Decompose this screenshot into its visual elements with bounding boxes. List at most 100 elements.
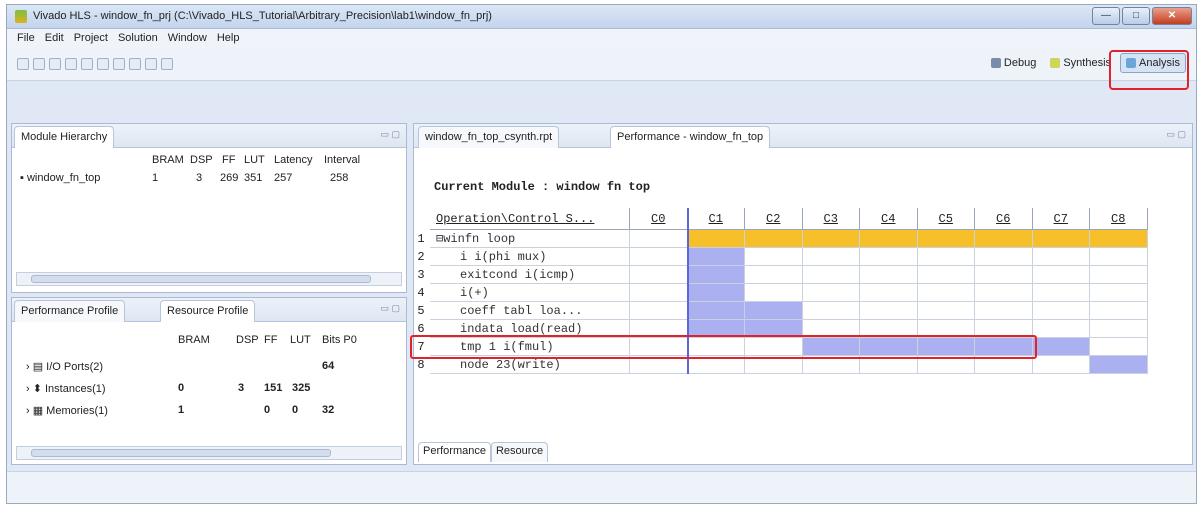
op-control-header: Operation\Control S...	[430, 208, 630, 230]
menu-solution[interactable]: Solution	[118, 32, 158, 46]
schedule-cell	[860, 302, 918, 320]
profile-panel: Performance Profile Resource Profile ▭ ▢…	[11, 297, 407, 465]
op-row-number: 4	[417, 286, 425, 300]
schedule-cell	[802, 284, 860, 302]
view-controls[interactable]: ▭ ▢	[380, 129, 400, 140]
schedule-cell	[745, 302, 803, 320]
op-row-number: 2	[417, 250, 425, 264]
schedule-cell	[1090, 320, 1148, 338]
current-module-label: Current Module : window fn top	[434, 180, 651, 194]
title-bar: Vivado HLS - window_fn_prj (C:\Vivado_HL…	[7, 5, 1196, 29]
schedule-cell	[917, 284, 975, 302]
step-header-C8: C8	[1090, 208, 1148, 230]
profile-hscrollbar[interactable]	[16, 446, 402, 460]
schedule-cell	[1032, 284, 1090, 302]
schedule-cell	[1032, 302, 1090, 320]
view-controls[interactable]: ▭ ▢	[380, 303, 400, 314]
table-row[interactable]: ▪ window_fn_top 1 3 269 351 257 258	[12, 172, 408, 190]
schedule-cell	[975, 302, 1033, 320]
schedule-cell	[860, 248, 918, 266]
bug-icon[interactable]	[161, 58, 173, 70]
cell-lut: 0	[292, 404, 299, 416]
scroll-thumb[interactable]	[31, 275, 371, 283]
schedule-cell	[1032, 230, 1090, 248]
schedule-cell	[1032, 320, 1090, 338]
schedule-cell	[860, 284, 918, 302]
cell-bram: 0	[178, 382, 185, 394]
step-header-C7: C7	[1032, 208, 1090, 230]
schedule-cell	[745, 284, 803, 302]
schedule-cell	[860, 230, 918, 248]
instances-node[interactable]: › ⬍ Instances(1)	[26, 382, 106, 395]
save-icon[interactable]	[33, 58, 45, 70]
synthesis-label: Synthesis	[1063, 57, 1112, 69]
menu-bar: File Edit Project Solution Window Help	[7, 29, 1196, 49]
new-icon[interactable]	[17, 58, 29, 70]
cell-dsp: 3	[196, 172, 203, 184]
minimize-button[interactable]: —	[1092, 7, 1120, 25]
synthesis-perspective-button[interactable]: Synthesis	[1045, 54, 1116, 72]
schedule-cell	[1032, 356, 1090, 374]
tab-performance-view[interactable]: Performance - window_fn_top	[610, 126, 771, 148]
row-label: Memories(1)	[46, 405, 108, 417]
table-row[interactable]: › ⬍ Instances(1) 0 3 151 325	[12, 382, 408, 400]
cell-lut: 325	[292, 382, 311, 394]
bottom-tabs: Performance Resource	[418, 442, 549, 462]
menu-help[interactable]: Help	[217, 32, 240, 46]
step-header-C0: C0	[630, 208, 688, 230]
tab-performance[interactable]: Performance	[418, 442, 491, 462]
col-lut: LUT	[290, 334, 311, 346]
schedule-cell	[1032, 338, 1090, 356]
compare-icon[interactable]	[145, 58, 157, 70]
export-icon[interactable]	[129, 58, 141, 70]
maximize-button[interactable]: □	[1122, 7, 1150, 25]
tab-performance-profile[interactable]: Performance Profile	[14, 300, 126, 322]
tab-csynth-report[interactable]: window_fn_top_csynth.rpt	[418, 126, 560, 148]
schedule-cell	[630, 284, 688, 302]
close-button[interactable]: ✕	[1152, 7, 1192, 25]
step-header-C5: C5	[917, 208, 975, 230]
synth-icon[interactable]	[113, 58, 125, 70]
step-header-C3: C3	[802, 208, 860, 230]
table-row[interactable]: › ▤ I/O Ports(2) 64	[12, 360, 408, 378]
table-row[interactable]: › ▦ Memories(1) 1 0 0 32	[12, 404, 408, 422]
copy-icon[interactable]	[65, 58, 77, 70]
analysis-perspective-button[interactable]: Analysis	[1109, 50, 1189, 90]
tab-module-hierarchy[interactable]: Module Hierarchy	[14, 126, 115, 148]
paste-icon[interactable]	[81, 58, 93, 70]
col-latency: Latency	[274, 154, 313, 166]
schedule-cell	[745, 230, 803, 248]
view-controls[interactable]: ▭ ▢	[1166, 129, 1186, 140]
row-label: Instances(1)	[45, 383, 106, 395]
delete-icon[interactable]	[49, 58, 61, 70]
col-bram: BRAM	[178, 334, 210, 346]
run-icon[interactable]	[97, 58, 109, 70]
menu-project[interactable]: Project	[74, 32, 108, 46]
schedule-cell	[1090, 266, 1148, 284]
schedule-cell	[975, 230, 1033, 248]
module-hscrollbar[interactable]	[16, 272, 402, 286]
io-ports-node[interactable]: › ▤ I/O Ports(2)	[26, 360, 103, 373]
menu-file[interactable]: File	[17, 32, 35, 46]
schedule-cell	[802, 302, 860, 320]
schedule-cell	[745, 248, 803, 266]
scroll-thumb[interactable]	[31, 449, 331, 457]
cell-ff: 151	[264, 382, 283, 394]
memories-node[interactable]: › ▦ Memories(1)	[26, 404, 108, 417]
schedule-cell	[917, 302, 975, 320]
tab-resource[interactable]: Resource	[490, 442, 549, 462]
op-row-number: 3	[417, 268, 425, 282]
col-dsp: DSP	[236, 334, 259, 346]
menu-window[interactable]: Window	[168, 32, 207, 46]
resource-profile-table: BRAM DSP FF LUT Bits P0 › ▤ I/O Ports(2)…	[12, 328, 408, 438]
schedule-cell	[1090, 338, 1148, 356]
schedule-cell	[630, 248, 688, 266]
schedule-cell	[687, 284, 745, 302]
cell-bits-p0: 64	[322, 360, 335, 372]
tab-resource-profile[interactable]: Resource Profile	[160, 300, 256, 322]
synthesis-icon	[1050, 58, 1061, 68]
row-label: I/O Ports(2)	[46, 361, 104, 373]
module-node[interactable]: ▪ window_fn_top	[20, 172, 100, 184]
menu-edit[interactable]: Edit	[45, 32, 64, 46]
debug-perspective-button[interactable]: Debug	[986, 54, 1041, 72]
